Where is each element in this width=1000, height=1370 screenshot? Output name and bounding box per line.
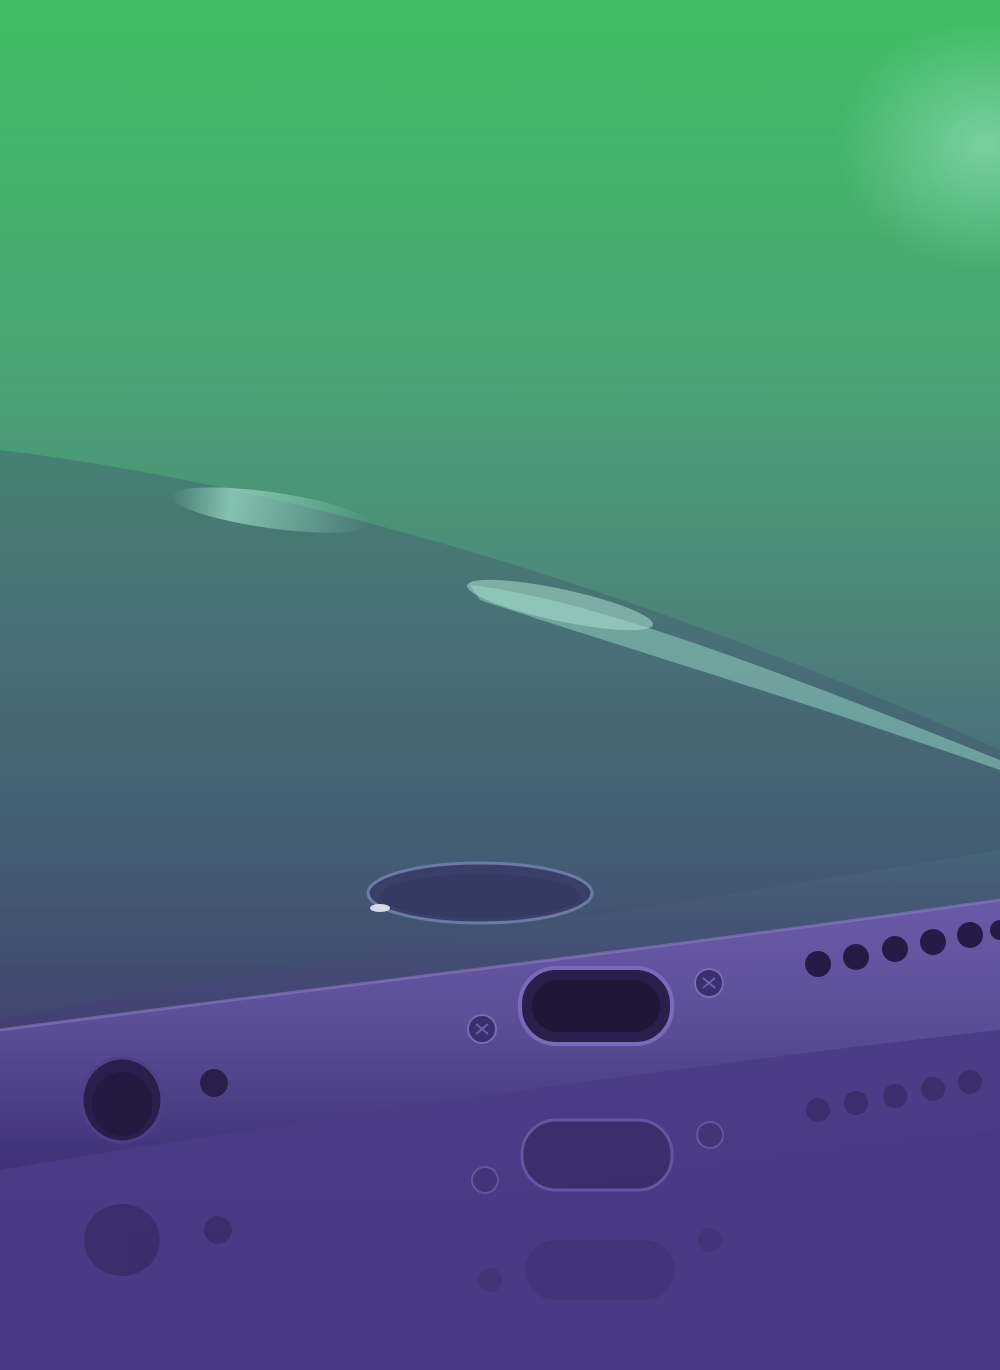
home-button-icon — [366, 861, 594, 925]
screw-icon — [694, 968, 724, 998]
phone-photo — [0, 0, 1000, 1370]
headphone-jack-icon — [80, 1056, 164, 1144]
lightning-port-icon — [518, 966, 674, 1046]
photo-scene — [0, 0, 1000, 1370]
screw-icon — [467, 1014, 497, 1044]
microphone-hole-icon — [200, 1069, 228, 1097]
